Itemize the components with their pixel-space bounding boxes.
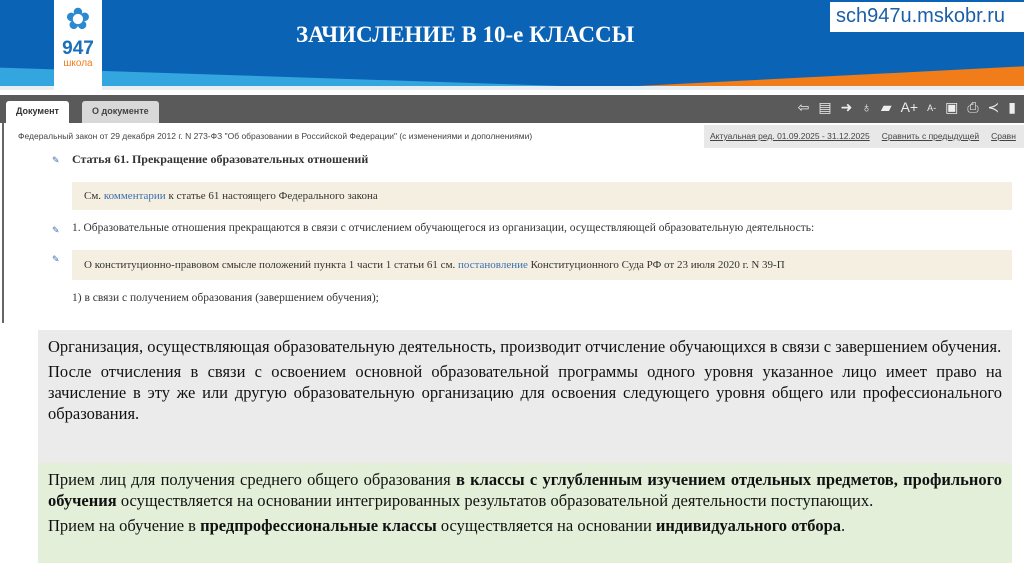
note-text: Конституционного Суда РФ от 23 июля 2020… — [527, 259, 785, 271]
document-title: Федеральный закон от 29 декабря 2012 г. … — [18, 131, 533, 141]
toolbar-icons: ⇦ ▤ ➜ ♁ ▰ A+ A- ▣ ⎙ ≺ ▮ — [798, 99, 1016, 116]
logo-number: 947 — [62, 38, 94, 59]
compare-previous-link[interactable]: Сравнить с предыдущей — [882, 131, 979, 142]
document-icon[interactable]: ▤ — [818, 99, 831, 116]
court-note: О конституционно-правовом смысле положен… — [72, 250, 1012, 280]
text: Прием лиц для получения среднего общего … — [48, 470, 456, 489]
document-meta: Актуальная ред. 01.09.2025 - 31.12.2025 … — [704, 125, 1024, 148]
note-text: О конституционно-правовом смысле положен… — [84, 259, 459, 271]
panel-paragraph: Организация, осуществляющая образователь… — [48, 337, 1002, 356]
edition-link[interactable]: Актуальная ред. 01.09.2025 - 31.12.2025 — [710, 131, 870, 142]
comments-link[interactable]: комментарии — [104, 190, 166, 202]
text: осуществляется на основании — [436, 516, 656, 535]
font-increase-icon[interactable]: A+ — [901, 99, 919, 116]
panel-paragraph: Прием лиц для получения среднего общего … — [48, 469, 1002, 511]
note-text: См. — [84, 190, 104, 202]
resolution-link[interactable]: постановление — [458, 259, 528, 271]
logo-word: школа — [63, 58, 93, 69]
font-decrease-icon[interactable]: A- — [927, 99, 936, 116]
info-panel-green: Прием лиц для получения среднего общего … — [38, 463, 1012, 563]
panel-paragraph: После отчисления в связи с освоением осн… — [48, 362, 1002, 423]
tree-icon: ✿ — [65, 3, 91, 36]
speech-icon[interactable]: ▰ — [881, 99, 892, 116]
save-icon[interactable]: ▣ — [945, 99, 958, 116]
paragraph-1: 1. Образовательные отношения прекращаютс… — [72, 222, 815, 234]
note-text: к статье 61 настоящего Федерального зако… — [165, 190, 378, 202]
school-logo: ✿ 947 школа — [54, 0, 102, 90]
divider — [2, 123, 4, 323]
print-icon[interactable]: ⎙ — [967, 99, 978, 116]
compare-link[interactable]: Сравн — [991, 131, 1016, 142]
pin-icon[interactable]: ✎ — [52, 155, 60, 166]
bold-text: индивидуального отбора — [655, 516, 842, 535]
bold-text: предпрофессиональные классы — [200, 516, 437, 535]
text: . — [841, 516, 846, 535]
comment-note: См. комментарии к статье 61 настоящего Ф… — [72, 182, 1012, 210]
decor-stripe — [0, 86, 1024, 90]
pin-icon[interactable]: ✎ — [52, 254, 60, 265]
panel-paragraph: Прием на обучение в предпрофессиональные… — [48, 515, 1002, 536]
article-heading: Статья 61. Прекращение образовательных о… — [72, 152, 369, 166]
info-panel-gray: Организация, осуществляющая образователь… — [38, 330, 1012, 463]
text: осуществляется на основании интегрирован… — [116, 491, 874, 510]
tab-document[interactable]: Документ — [6, 101, 69, 123]
arrow-left-icon[interactable]: ⇦ — [798, 99, 810, 116]
site-url: sch947u.mskobr.ru — [830, 2, 1024, 32]
arrow-right-icon[interactable]: ➜ — [841, 99, 853, 116]
pin-icon[interactable]: ✎ — [52, 225, 60, 236]
header-banner: ✿ 947 школа ЗАЧИСЛЕНИЕ В 10-е КЛАССЫ sch… — [0, 0, 1024, 90]
item-1: 1) в связи с получением образования (зав… — [72, 292, 379, 304]
bookmark-icon[interactable]: ▮ — [1008, 99, 1016, 116]
lightbulb-icon[interactable]: ♁ — [861, 99, 872, 116]
tab-about-document[interactable]: О документе — [82, 101, 159, 123]
share-icon[interactable]: ≺ — [988, 99, 1000, 116]
page-title: ЗАЧИСЛЕНИЕ В 10-е КЛАССЫ — [296, 22, 635, 47]
text: Прием на обучение в — [48, 516, 201, 535]
